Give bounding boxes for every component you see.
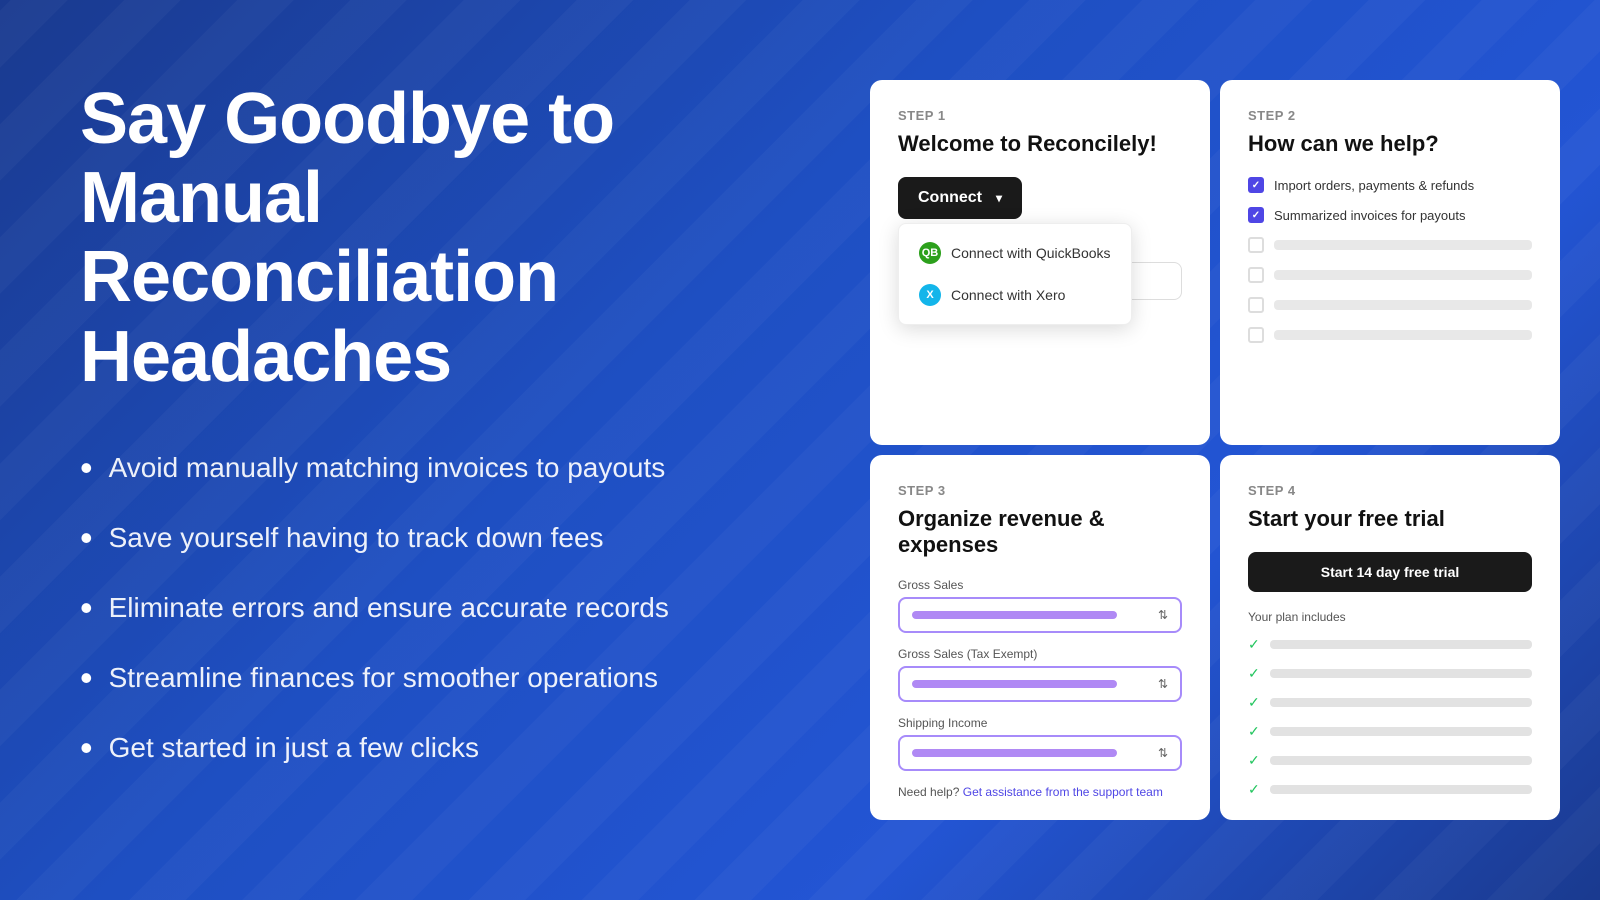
step3-title: Organize revenue & expenses — [898, 506, 1182, 558]
chevron-icon-3: ⇅ — [1158, 746, 1168, 760]
connect-quickbooks-item[interactable]: QB Connect with QuickBooks — [907, 232, 1123, 274]
check-icon-2: ✓ — [1252, 210, 1260, 221]
connect-dropdown-wrapper: Connect ▾ QB Connect with QuickBooks X C… — [898, 177, 1182, 219]
bullet-item-5: Get started in just a few clicks — [80, 727, 800, 769]
checkbox-5[interactable] — [1248, 297, 1264, 313]
check-green-5: ✓ — [1248, 752, 1260, 769]
checkbox-item-5[interactable] — [1248, 297, 1532, 313]
select-bar-2 — [912, 680, 1117, 688]
plan-list: ✓ ✓ ✓ ✓ ✓ — [1248, 636, 1532, 798]
card-step2: STEP 2 How can we help? ✓ Import orders,… — [1220, 80, 1560, 445]
checkbox-3[interactable] — [1248, 237, 1264, 253]
checkbox-list: ✓ Import orders, payments & refunds ✓ Su… — [1248, 177, 1532, 343]
gross-sales-tax-label: Gross Sales (Tax Exempt) — [898, 647, 1182, 661]
support-link-text: Need help? Get assistance from the suppo… — [898, 785, 1182, 799]
checkbox-item-3[interactable] — [1248, 237, 1532, 253]
shipping-income-select[interactable]: ⇅ — [898, 735, 1182, 771]
step2-title: How can we help? — [1248, 131, 1532, 157]
bullet-item-1: Avoid manually matching invoices to payo… — [80, 447, 800, 489]
plan-includes-label: Your plan includes — [1248, 610, 1532, 624]
right-panel: STEP 1 Welcome to Reconcilely! Connect ▾… — [860, 0, 1600, 900]
placeholder-bar-5 — [1274, 300, 1532, 310]
gross-sales-label: Gross Sales — [898, 578, 1182, 592]
plan-bar-4 — [1270, 727, 1532, 736]
left-panel: Say Goodbye to Manual Reconciliation Hea… — [0, 0, 860, 900]
card-step1: STEP 1 Welcome to Reconcilely! Connect ▾… — [870, 80, 1210, 445]
plan-item-5: ✓ — [1248, 752, 1532, 769]
shipping-income-field: Shipping Income ⇅ — [898, 716, 1182, 771]
checkbox-6[interactable] — [1248, 327, 1264, 343]
select-bar-1 — [912, 611, 1117, 619]
bullet-item-2: Save yourself having to track down fees — [80, 517, 800, 559]
bullet-list: Avoid manually matching invoices to payo… — [80, 447, 800, 769]
plan-item-3: ✓ — [1248, 694, 1532, 711]
select-bar-3 — [912, 749, 1117, 757]
check-green-2: ✓ — [1248, 665, 1260, 682]
checkbox-item-4[interactable] — [1248, 267, 1532, 283]
gross-sales-select[interactable]: ⇅ — [898, 597, 1182, 633]
connect-button[interactable]: Connect ▾ — [898, 177, 1022, 219]
plan-item-4: ✓ — [1248, 723, 1532, 740]
placeholder-bar-6 — [1274, 330, 1532, 340]
plan-item-1: ✓ — [1248, 636, 1532, 653]
connect-dropdown-menu: QB Connect with QuickBooks X Connect wit… — [898, 223, 1132, 325]
gross-sales-tax-select[interactable]: ⇅ — [898, 666, 1182, 702]
check-icon-1: ✓ — [1252, 180, 1260, 191]
checkbox-4[interactable] — [1248, 267, 1264, 283]
step2-label: STEP 2 — [1248, 108, 1532, 123]
card-step3: STEP 3 Organize revenue & expenses Gross… — [870, 455, 1210, 820]
step4-title: Start your free trial — [1248, 506, 1532, 532]
plan-bar-1 — [1270, 640, 1532, 649]
chevron-icon-2: ⇅ — [1158, 677, 1168, 691]
placeholder-bar-4 — [1274, 270, 1532, 280]
shipping-income-label: Shipping Income — [898, 716, 1182, 730]
placeholder-bar-3 — [1274, 240, 1532, 250]
plan-item-2: ✓ — [1248, 665, 1532, 682]
trial-button[interactable]: Start 14 day free trial — [1248, 552, 1532, 592]
checkbox-1[interactable]: ✓ — [1248, 177, 1264, 193]
checkbox-item-1[interactable]: ✓ Import orders, payments & refunds — [1248, 177, 1532, 193]
plan-item-6: ✓ — [1248, 781, 1532, 798]
chevron-icon-1: ⇅ — [1158, 608, 1168, 622]
check-green-6: ✓ — [1248, 781, 1260, 798]
step4-label: STEP 4 — [1248, 483, 1532, 498]
xero-icon: X — [919, 284, 941, 306]
plan-bar-3 — [1270, 698, 1532, 707]
step1-label: STEP 1 — [898, 108, 1182, 123]
step3-label: STEP 3 — [898, 483, 1182, 498]
hero-title: Say Goodbye to Manual Reconciliation Hea… — [80, 80, 800, 397]
page-layout: Say Goodbye to Manual Reconciliation Hea… — [0, 0, 1600, 900]
bullet-item-3: Eliminate errors and ensure accurate rec… — [80, 587, 800, 629]
support-link-anchor[interactable]: Get assistance from the support team — [963, 785, 1163, 799]
checkbox-item-6[interactable] — [1248, 327, 1532, 343]
check-green-4: ✓ — [1248, 723, 1260, 740]
gross-sales-tax-field: Gross Sales (Tax Exempt) ⇅ — [898, 647, 1182, 702]
check-green-1: ✓ — [1248, 636, 1260, 653]
checkbox-item-2[interactable]: ✓ Summarized invoices for payouts — [1248, 207, 1532, 223]
quickbooks-icon: QB — [919, 242, 941, 264]
plan-bar-2 — [1270, 669, 1532, 678]
bullet-item-4: Streamline finances for smoother operati… — [80, 657, 800, 699]
card-step4: STEP 4 Start your free trial Start 14 da… — [1220, 455, 1560, 820]
check-green-3: ✓ — [1248, 694, 1260, 711]
chevron-down-icon: ▾ — [996, 191, 1002, 205]
plan-bar-6 — [1270, 785, 1532, 794]
gross-sales-field: Gross Sales ⇅ — [898, 578, 1182, 633]
step1-title: Welcome to Reconcilely! — [898, 131, 1182, 157]
checkbox-2[interactable]: ✓ — [1248, 207, 1264, 223]
connect-xero-item[interactable]: X Connect with Xero — [907, 274, 1123, 316]
plan-bar-5 — [1270, 756, 1532, 765]
